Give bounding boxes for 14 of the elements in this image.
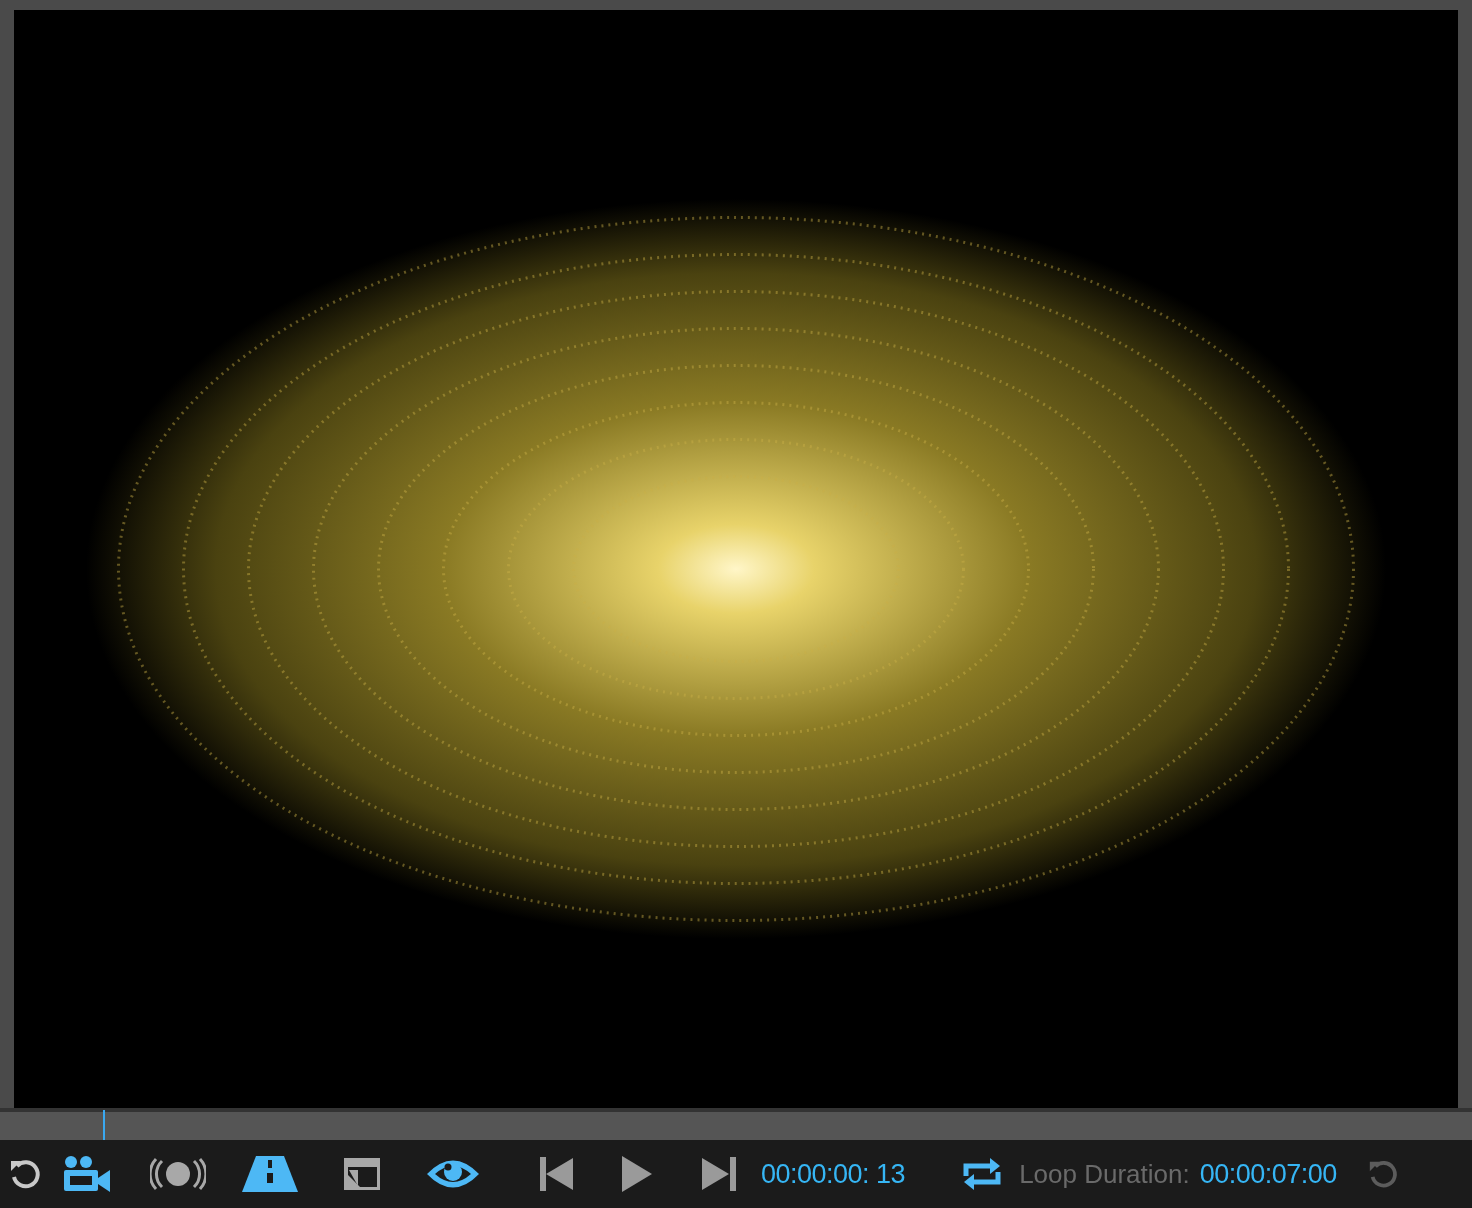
play-button[interactable]: [622, 1156, 652, 1192]
timeline-track[interactable]: [0, 1108, 1472, 1140]
camera-icon[interactable]: [62, 1156, 110, 1192]
emitter-icon[interactable]: [150, 1157, 206, 1191]
loop-icon[interactable]: [963, 1156, 1002, 1192]
loop-duration-label: Loop Duration:: [1019, 1158, 1190, 1190]
reset-icon[interactable]: [8, 1157, 42, 1191]
skip-forward-button[interactable]: [702, 1157, 736, 1191]
skip-back-button[interactable]: [540, 1157, 574, 1191]
panel-icon[interactable]: [344, 1158, 380, 1190]
loop-duration-value[interactable]: 00:00:07:00: [1199, 1158, 1337, 1190]
current-timecode: 00:00:00: 13: [761, 1158, 906, 1190]
road-icon[interactable]: [242, 1156, 298, 1192]
playhead[interactable]: [103, 1110, 106, 1140]
